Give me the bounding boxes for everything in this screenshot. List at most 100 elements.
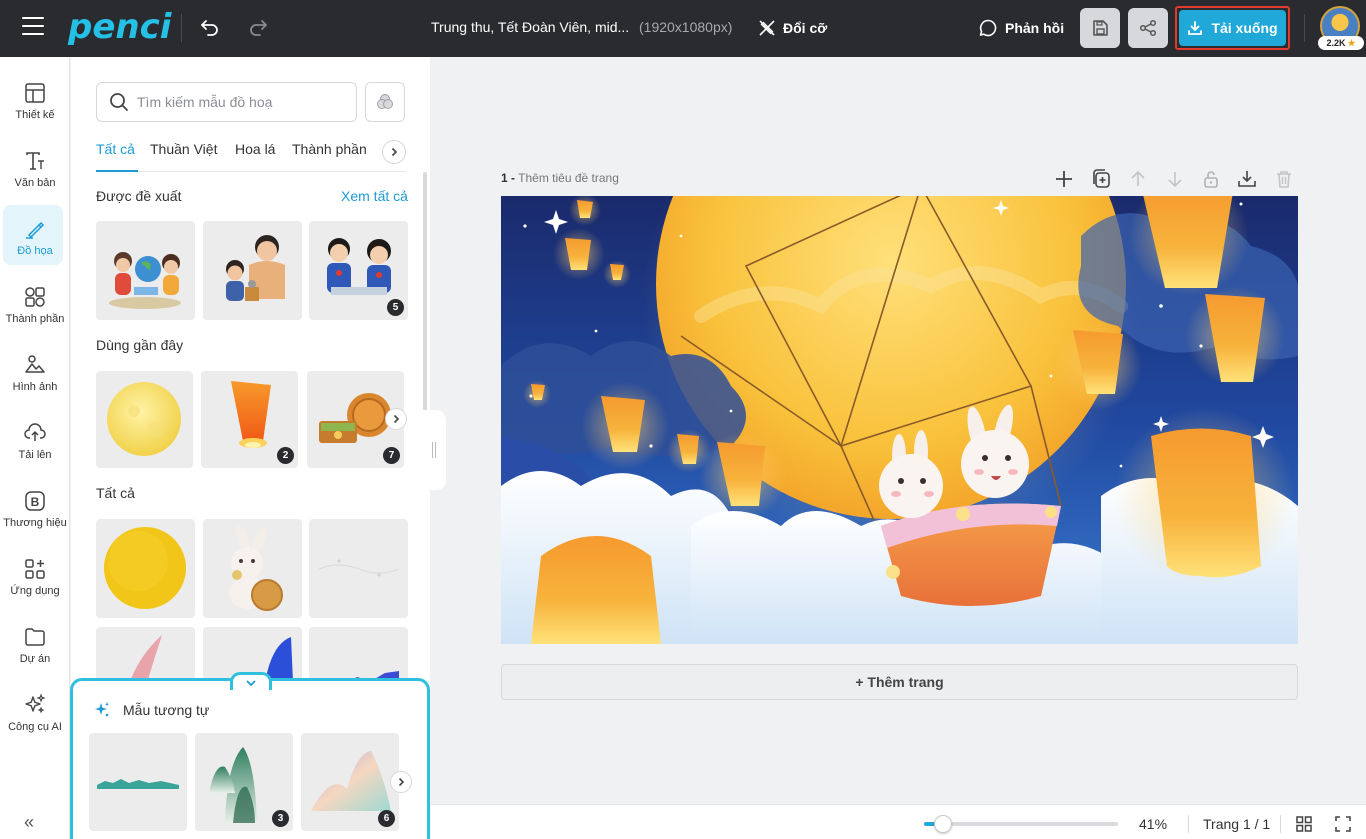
bottom-bar: 41% Trang 1 / 1 bbox=[431, 804, 1366, 839]
penci-logo[interactable]: penci bbox=[68, 8, 171, 46]
graphic-thumbnail[interactable] bbox=[309, 519, 408, 618]
image-icon bbox=[25, 355, 45, 373]
rail-item-projects[interactable]: Dự án bbox=[0, 619, 70, 681]
chevron-right-icon bbox=[393, 414, 400, 424]
similar-template-thumbnail[interactable]: 3 bbox=[195, 733, 293, 831]
tab-all[interactable]: Tất cả bbox=[96, 141, 135, 157]
rail-item-images[interactable]: Hình ảnh bbox=[0, 347, 70, 409]
undo-icon[interactable] bbox=[199, 16, 221, 38]
tabs-next-button[interactable] bbox=[382, 140, 406, 164]
zoom-slider-handle[interactable] bbox=[934, 815, 953, 833]
delete-page-icon[interactable] bbox=[1273, 168, 1295, 190]
graphic-thumbnail[interactable] bbox=[203, 519, 302, 618]
graphic-thumbnail[interactable]: 2 bbox=[201, 371, 298, 468]
document-title[interactable]: Trung thu, Tết Đoàn Viên, mid... bbox=[431, 19, 629, 35]
search-icon bbox=[110, 93, 128, 111]
count-badge: 5 bbox=[387, 299, 404, 316]
mid-autumn-illustration bbox=[501, 196, 1298, 644]
collapse-similar-button[interactable] bbox=[230, 672, 272, 690]
rail-label: Hình ảnh bbox=[12, 381, 58, 393]
duplicate-page-icon[interactable] bbox=[1090, 168, 1112, 190]
lock-icon[interactable] bbox=[1200, 168, 1222, 190]
page-label[interactable]: 1 - Thêm tiêu đề trang bbox=[501, 171, 619, 185]
faint-pattern-image bbox=[318, 559, 400, 577]
download-button[interactable]: Tải xuống bbox=[1179, 10, 1286, 46]
section-title-recommended: Được đề xuất bbox=[96, 188, 182, 204]
share-button[interactable] bbox=[1128, 8, 1168, 48]
rail-item-text[interactable]: Văn bản bbox=[0, 143, 70, 205]
graphic-thumbnail[interactable] bbox=[96, 371, 193, 468]
graphic-thumbnail[interactable] bbox=[96, 519, 195, 618]
folder-icon bbox=[25, 628, 45, 646]
filter-button[interactable] bbox=[365, 82, 405, 122]
similar-template-thumbnail[interactable]: 6 bbox=[301, 733, 399, 831]
zoom-slider[interactable] bbox=[924, 815, 1118, 833]
rail-label: Dự án bbox=[19, 653, 51, 665]
fullscreen-icon[interactable] bbox=[1334, 815, 1352, 833]
divider bbox=[1188, 815, 1189, 833]
rail-label: Ứng dụng bbox=[10, 585, 60, 597]
count-badge: 2 bbox=[277, 447, 294, 464]
page-count[interactable]: Trang 1 / 1 bbox=[1203, 816, 1270, 832]
add-element-icon[interactable] bbox=[1053, 168, 1075, 190]
zoom-value[interactable]: 41% bbox=[1139, 816, 1167, 832]
rail-item-design[interactable]: Thiết kế bbox=[0, 75, 70, 137]
apps-icon bbox=[25, 559, 45, 579]
similar-template-thumbnail[interactable] bbox=[89, 733, 187, 831]
graphic-thumbnail[interactable] bbox=[203, 221, 302, 320]
tab-elements[interactable]: Thành phần bbox=[292, 141, 367, 157]
see-all-link[interactable]: Xem tất cả bbox=[341, 188, 408, 204]
download-page-icon[interactable] bbox=[1236, 168, 1258, 190]
design-canvas[interactable] bbox=[501, 196, 1298, 644]
count-badge: 7 bbox=[383, 447, 400, 464]
save-button[interactable] bbox=[1080, 8, 1120, 48]
top-bar: penci Trung thu, Tết Đoàn Viên, mid... (… bbox=[0, 0, 1366, 57]
move-down-icon[interactable] bbox=[1164, 168, 1186, 190]
upload-icon bbox=[24, 423, 46, 441]
graphic-thumbnail[interactable] bbox=[96, 221, 195, 320]
similar-title-text: Mẫu tương tự bbox=[123, 702, 210, 718]
resize-button[interactable]: Đổi cỡ bbox=[758, 17, 827, 39]
left-rail: Thiết kế Văn bản Đồ họa Thành phần Hình … bbox=[0, 57, 70, 839]
search-box[interactable] bbox=[96, 82, 357, 122]
graphic-thumbnail[interactable]: 5 bbox=[309, 221, 408, 320]
count-badge: 3 bbox=[272, 810, 289, 827]
tab-vietnamese[interactable]: Thuần Việt bbox=[150, 141, 217, 157]
add-page-button[interactable]: + Thêm trang bbox=[501, 664, 1298, 700]
credit-count: 2.2K bbox=[1326, 38, 1346, 48]
credit-badge: 2.2K ★ bbox=[1318, 36, 1364, 50]
rail-item-upload[interactable]: Tải lên bbox=[0, 415, 70, 477]
rail-item-ai-tools[interactable]: Công cụ AI bbox=[0, 687, 70, 749]
similar-next-button[interactable] bbox=[390, 771, 412, 793]
shapes-icon bbox=[25, 287, 45, 307]
father-child-image bbox=[226, 235, 285, 301]
rail-item-brand[interactable]: B Thương hiệu bbox=[0, 483, 70, 545]
grid-view-icon[interactable] bbox=[1295, 815, 1313, 833]
tab-flowers[interactable]: Hoa lá bbox=[235, 141, 275, 157]
chevron-down-icon bbox=[246, 679, 256, 686]
download-highlight: Tải xuống bbox=[1175, 6, 1290, 50]
panel-resize-handle[interactable] bbox=[422, 410, 446, 490]
rail-item-elements[interactable]: Thành phần bbox=[0, 279, 70, 341]
rail-item-graphics[interactable]: Đồ họa bbox=[0, 205, 70, 273]
chevron-right-icon bbox=[391, 147, 398, 157]
rail-item-apps[interactable]: Ứng dụng bbox=[0, 551, 70, 613]
rail-label: Tải lên bbox=[18, 449, 52, 461]
kids-globe-image bbox=[109, 252, 181, 309]
collapse-rail-button[interactable]: « bbox=[24, 812, 34, 833]
share-icon bbox=[1139, 19, 1157, 37]
feedback-button[interactable]: Phản hồi bbox=[978, 17, 1064, 39]
search-input[interactable] bbox=[137, 94, 347, 110]
divider bbox=[1280, 815, 1281, 833]
menu-icon[interactable] bbox=[22, 17, 44, 39]
similar-templates-popup: Mẫu tương tự 3 6 bbox=[70, 678, 430, 839]
sparkle-icon bbox=[95, 702, 109, 717]
redo-icon[interactable] bbox=[247, 16, 269, 38]
rail-label: Công cụ AI bbox=[8, 721, 62, 733]
move-up-icon[interactable] bbox=[1127, 168, 1149, 190]
recent-next-button[interactable] bbox=[385, 408, 407, 430]
feedback-label: Phản hồi bbox=[1005, 20, 1065, 36]
panel-scrollbar[interactable] bbox=[423, 172, 427, 412]
section-title-all: Tất cả bbox=[96, 485, 135, 501]
moon-image bbox=[107, 382, 181, 456]
